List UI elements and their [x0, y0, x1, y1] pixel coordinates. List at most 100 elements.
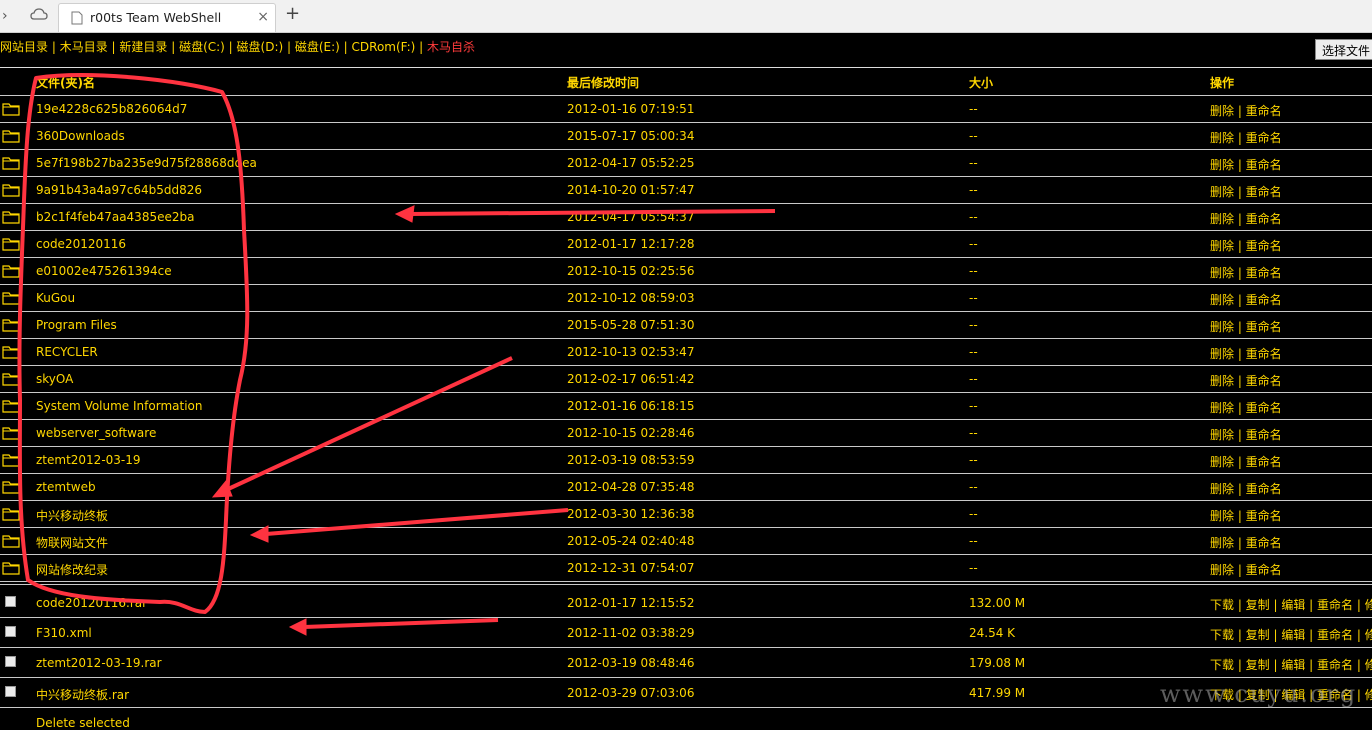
- folder-actions[interactable]: 删除 | 重命名: [1210, 156, 1282, 173]
- folder-actions[interactable]: 删除 | 重命名: [1210, 264, 1282, 281]
- file-checkbox[interactable]: [5, 656, 16, 667]
- nav-link[interactable]: 磁盘(E:): [295, 40, 340, 54]
- page-icon: [71, 11, 83, 25]
- modified-time: 2012-02-17 06:51:42: [567, 372, 695, 386]
- modified-time: 2012-04-17 05:54:37: [567, 210, 695, 224]
- folder-actions[interactable]: 删除 | 重命名: [1210, 561, 1282, 578]
- folder-row: KuGou 2012-10-12 08:59:03 -- 删除 | 重命名: [0, 285, 1372, 312]
- folder-row: ztemt2012-03-19 2012-03-19 08:53:59 -- 删除 |…: [0, 447, 1372, 474]
- modified-time: 2012-05-24 02:40:48: [567, 534, 695, 548]
- folder-icon: [2, 346, 20, 359]
- folder-name-link[interactable]: KuGou: [36, 291, 75, 305]
- nav-link[interactable]: 木马目录: [60, 40, 108, 54]
- folder-name-link[interactable]: webserver_software: [36, 426, 156, 440]
- file-size: --: [969, 453, 978, 467]
- folder-row: ztemtweb 2012-04-28 07:35:48 -- 删除 | 重命名: [0, 474, 1372, 501]
- folder-name-link[interactable]: 中兴移动终板: [36, 507, 108, 524]
- modified-time: 2012-11-02 03:38:29: [567, 626, 695, 640]
- file-checkbox[interactable]: [5, 596, 16, 607]
- folder-actions[interactable]: 删除 | 重命名: [1210, 426, 1282, 443]
- delete-selected-link[interactable]: Delete selected: [36, 716, 130, 730]
- folder-name-link[interactable]: e01002e475261394ce: [36, 264, 172, 278]
- file-actions[interactable]: 下载 | 复制 | 编辑 | 重命名 | 修改: [1210, 626, 1372, 643]
- folder-actions[interactable]: 删除 | 重命名: [1210, 345, 1282, 362]
- folder-actions[interactable]: 删除 | 重命名: [1210, 534, 1282, 551]
- nav-link-self-destruct[interactable]: 木马自杀: [427, 40, 475, 54]
- cloud-icon[interactable]: [30, 7, 48, 23]
- file-name-link[interactable]: code20120116.rar: [36, 596, 147, 610]
- folder-icon: [2, 562, 20, 575]
- choose-file-button[interactable]: 选择文件: [1315, 39, 1372, 60]
- file-checkbox[interactable]: [5, 686, 16, 697]
- folder-actions[interactable]: 删除 | 重命名: [1210, 318, 1282, 335]
- folder-name-link[interactable]: skyOA: [36, 372, 73, 386]
- browser-chrome: › r00ts Team WebShell × +: [0, 0, 1372, 33]
- folder-name-link[interactable]: System Volume Information: [36, 399, 202, 413]
- folder-icon: [2, 103, 20, 116]
- nav-link[interactable]: 磁盘(D:): [237, 40, 284, 54]
- modified-time: 2015-05-28 07:51:30: [567, 318, 695, 332]
- folder-icon: [2, 319, 20, 332]
- file-size: 417.99 M: [969, 686, 1026, 700]
- file-checkbox[interactable]: [5, 626, 16, 637]
- folder-name-link[interactable]: ztemt2012-03-19: [36, 453, 141, 467]
- back-arrow-icon[interactable]: ›: [2, 8, 8, 24]
- modified-time: 2012-10-15 02:25:56: [567, 264, 695, 278]
- folder-name-link[interactable]: b2c1f4feb47aa4385ee2ba: [36, 210, 194, 224]
- folder-actions[interactable]: 删除 | 重命名: [1210, 291, 1282, 308]
- nav-separator: |: [48, 40, 60, 54]
- file-row: code20120116.rar 2012-01-17 12:15:52 132.0…: [0, 588, 1372, 618]
- folder-row: 网站修改纪录 2012-12-31 07:54:07 -- 删除 | 重命名: [0, 555, 1372, 582]
- modified-time: 2012-12-31 07:54:07: [567, 561, 695, 575]
- file-name-link[interactable]: ztemt2012-03-19.rar: [36, 656, 162, 670]
- file-size: --: [969, 264, 978, 278]
- file-size: --: [969, 507, 978, 521]
- folder-name-link[interactable]: 19e4228c625b826064d7: [36, 102, 187, 116]
- folder-name-link[interactable]: Program Files: [36, 318, 117, 332]
- browser-tab[interactable]: r00ts Team WebShell ×: [58, 3, 276, 32]
- nav-separator: |: [339, 40, 352, 54]
- folder-name-link[interactable]: 5e7f198b27ba235e9d75f28868ddea: [36, 156, 257, 170]
- folder-actions[interactable]: 删除 | 重命名: [1210, 372, 1282, 389]
- section-divider: [0, 584, 1372, 585]
- folder-actions[interactable]: 删除 | 重命名: [1210, 237, 1282, 254]
- folder-name-link[interactable]: RECYCLER: [36, 345, 98, 359]
- file-actions[interactable]: 下载 | 复制 | 编辑 | 重命名 | 修改: [1210, 596, 1372, 613]
- folder-name-link[interactable]: 物联网站文件: [36, 534, 108, 551]
- folder-actions[interactable]: 删除 | 重命名: [1210, 507, 1282, 524]
- new-tab-button[interactable]: +: [285, 3, 300, 24]
- file-size: --: [969, 237, 978, 251]
- nav-divider: [0, 67, 1372, 68]
- file-size: 179.08 M: [969, 656, 1026, 670]
- folder-name-link[interactable]: 9a91b43a4a97c64b5dd826: [36, 183, 202, 197]
- folder-icon: [2, 427, 20, 440]
- folder-name-link[interactable]: 网站修改纪录: [36, 561, 108, 578]
- file-name-link[interactable]: F310.xml: [36, 626, 92, 640]
- folder-name-link[interactable]: 360Downloads: [36, 129, 125, 143]
- file-size: --: [969, 534, 978, 548]
- nav-link[interactable]: 网站目录: [0, 40, 48, 54]
- folder-name-link[interactable]: ztemtweb: [36, 480, 96, 494]
- folder-icon: [2, 481, 20, 494]
- folder-actions[interactable]: 删除 | 重命名: [1210, 210, 1282, 227]
- nav-link[interactable]: 磁盘(C:): [179, 40, 225, 54]
- folder-actions[interactable]: 删除 | 重命名: [1210, 129, 1282, 146]
- file-name-link[interactable]: 中兴移动终板.rar: [36, 686, 129, 703]
- folder-actions[interactable]: 删除 | 重命名: [1210, 102, 1282, 119]
- folder-name-link[interactable]: code20120116: [36, 237, 126, 251]
- folder-actions[interactable]: 删除 | 重命名: [1210, 480, 1282, 497]
- file-size: --: [969, 426, 978, 440]
- file-size: --: [969, 372, 978, 386]
- folder-actions[interactable]: 删除 | 重命名: [1210, 399, 1282, 416]
- folder-icon: [2, 130, 20, 143]
- file-size: --: [969, 480, 978, 494]
- folder-actions[interactable]: 删除 | 重命名: [1210, 453, 1282, 470]
- folder-actions[interactable]: 删除 | 重命名: [1210, 183, 1282, 200]
- file-row: F310.xml 2012-11-02 03:38:29 24.54 K 下载 | 复…: [0, 618, 1372, 648]
- close-tab-icon[interactable]: ×: [257, 9, 269, 25]
- file-actions[interactable]: 下载 | 复制 | 编辑 | 重命名 | 修改: [1210, 656, 1372, 673]
- nav-link[interactable]: CDRom(F:): [352, 40, 416, 54]
- file-size: --: [969, 291, 978, 305]
- folder-row: 9a91b43a4a97c64b5dd826 2014-10-20 01:57:4…: [0, 177, 1372, 204]
- nav-link[interactable]: 新建目录: [119, 40, 167, 54]
